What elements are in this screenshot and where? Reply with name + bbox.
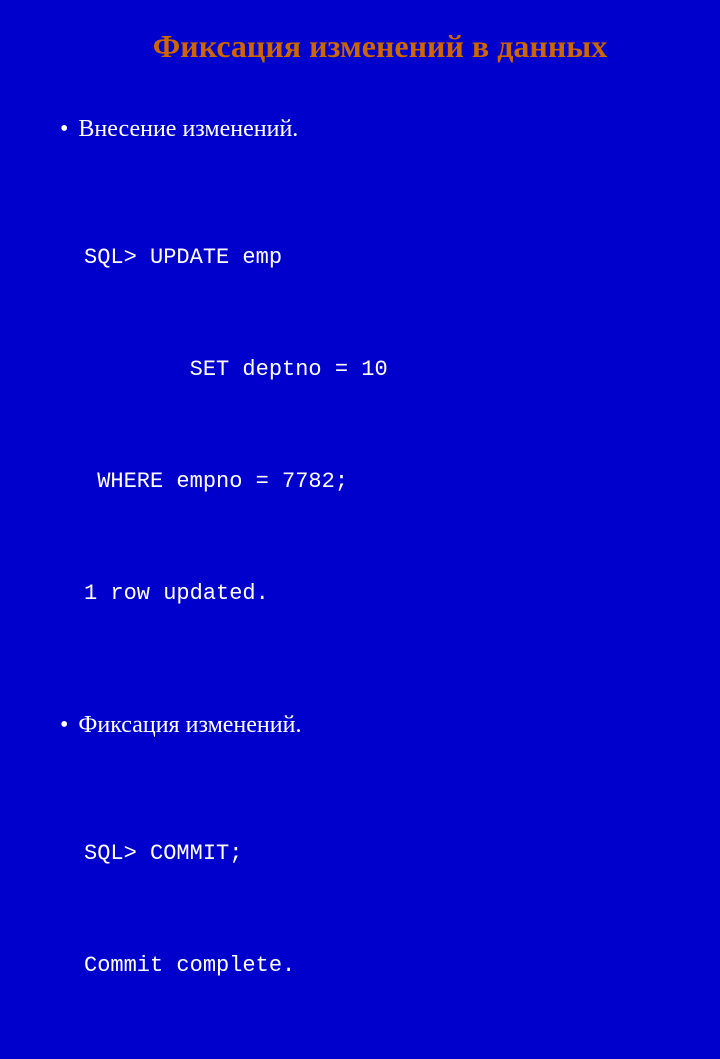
bullet-item-1: • Внесение изменений. [60,115,680,144]
code-block-1: SQL> UPDATE emp SET deptno = 10 WHERE em… [84,164,680,687]
bullet-text-2: Фиксация изменений. [78,711,301,740]
code-line: SET deptno = 10 [84,351,680,388]
slide-title: Фиксация изменений в данных [80,28,680,65]
bullet-marker: • [60,115,68,144]
code-line: Commit complete. [84,947,680,984]
code-line: WHERE empno = 7782; [84,463,680,500]
bullet-text-1: Внесение изменений. [78,115,298,144]
code-block-2: SQL> COMMIT; Commit complete. [84,760,680,1059]
code-line: 1 row updated. [84,575,680,612]
bullet-marker: • [60,711,68,740]
slide-container: Фиксация изменений в данных • Внесение и… [0,0,720,540]
code-line: SQL> COMMIT; [84,835,680,872]
bullet-item-2: • Фиксация изменений. [60,711,680,740]
code-line: SQL> UPDATE emp [84,239,680,276]
